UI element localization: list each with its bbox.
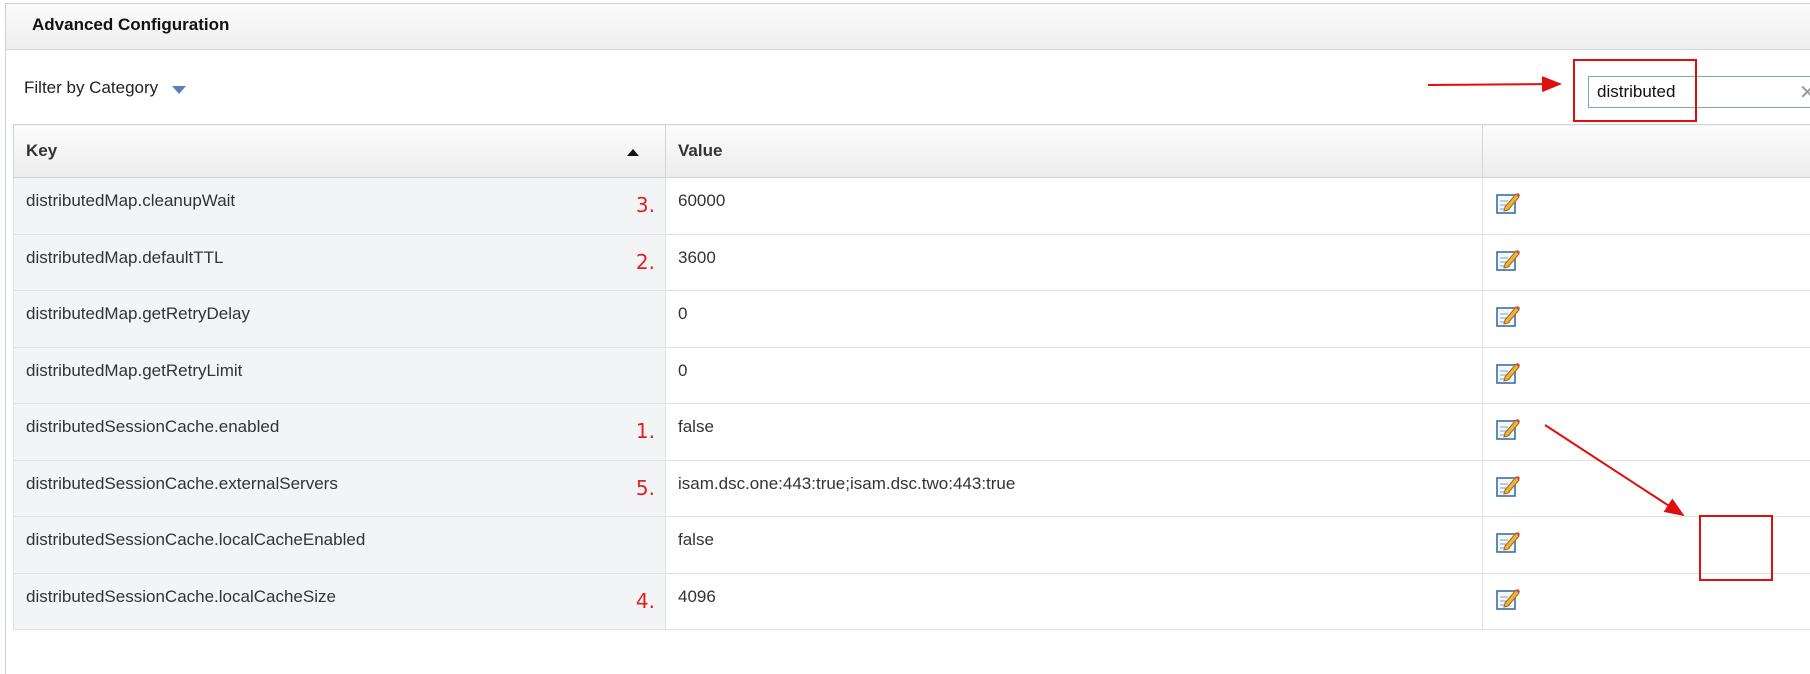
step-annotation: 4. <box>636 589 655 613</box>
table-row: distributedMap.cleanupWait 3. 60000 <box>14 178 1810 235</box>
search-highlight-box <box>1573 59 1697 122</box>
key-text: distributedMap.getRetryDelay <box>26 304 250 323</box>
column-header-key[interactable]: Key <box>14 125 666 178</box>
key-cell: distributedMap.getRetryLimit <box>14 347 666 404</box>
key-cell: distributedSessionCache.externalServers 5… <box>14 460 666 517</box>
value-cell: isam.dsc.one:443:true;isam.dsc.two:443:t… <box>666 460 1483 517</box>
step-annotation: 2. <box>636 250 655 274</box>
key-text: distributedMap.defaultTTL <box>26 248 224 267</box>
key-text: distributedSessionCache.localCacheEnable… <box>26 530 365 549</box>
key-text: distributedSessionCache.enabled <box>26 417 279 436</box>
value-cell: 0 <box>666 347 1483 404</box>
value-text: 3600 <box>678 248 716 267</box>
key-text: distributedMap.cleanupWait <box>26 191 235 210</box>
edit-icon[interactable] <box>1495 529 1521 555</box>
edit-icon[interactable] <box>1495 586 1521 612</box>
key-text: distributedSessionCache.externalServers <box>26 474 338 493</box>
value-text: 0 <box>678 304 687 323</box>
step-annotation: 5. <box>636 476 655 500</box>
edit-icon[interactable] <box>1495 473 1521 499</box>
key-cell: distributedSessionCache.enabled 1. <box>14 404 666 461</box>
filter-label: Filter by Category <box>24 78 158 98</box>
filter-by-category-dropdown[interactable]: Filter by Category <box>24 78 186 98</box>
key-text: distributedSessionCache.localCacheSize <box>26 587 336 606</box>
action-cell <box>1483 234 1810 291</box>
action-cell <box>1483 460 1810 517</box>
table-row: distributedMap.getRetryLimit 0 <box>14 347 1810 404</box>
column-header-actions <box>1483 125 1810 178</box>
table-row: distributedSessionCache.localCacheSize 4.… <box>14 573 1810 630</box>
action-cell <box>1483 178 1810 235</box>
close-icon[interactable]: ✕ <box>1799 80 1810 105</box>
key-text: distributedMap.getRetryLimit <box>26 361 242 380</box>
edit-icon[interactable] <box>1495 360 1521 386</box>
panel-header: Advanced Configuration <box>6 4 1810 50</box>
table-row: distributedMap.getRetryDelay 0 <box>14 291 1810 348</box>
table-header-row: Key Value <box>14 125 1810 178</box>
edit-icon[interactable] <box>1495 303 1521 329</box>
caret-down-icon <box>172 86 186 94</box>
table-row: distributedSessionCache.externalServers 5… <box>14 460 1810 517</box>
step-annotation: 1. <box>636 419 655 443</box>
key-cell: distributedSessionCache.localCacheSize 4. <box>14 573 666 630</box>
value-text: false <box>678 530 714 549</box>
value-cell: false <box>666 404 1483 461</box>
value-cell: 3600 <box>666 234 1483 291</box>
edit-highlight-box <box>1699 515 1773 581</box>
sort-ascending-icon <box>627 149 639 156</box>
key-cell: distributedMap.getRetryDelay <box>14 291 666 348</box>
table-row: distributedMap.defaultTTL 2. 3600 <box>14 234 1810 291</box>
value-text: 4096 <box>678 587 716 606</box>
edit-icon[interactable] <box>1495 416 1521 442</box>
value-text: 60000 <box>678 191 725 210</box>
value-cell: false <box>666 517 1483 574</box>
action-cell <box>1483 347 1810 404</box>
key-cell: distributedMap.cleanupWait 3. <box>14 178 666 235</box>
action-cell <box>1483 573 1810 630</box>
config-table: Key Value distributedMap.cleanupWait 3. 60… <box>13 124 1810 630</box>
key-cell: distributedMap.defaultTTL 2. <box>14 234 666 291</box>
value-cell: 4096 <box>666 573 1483 630</box>
edit-icon[interactable] <box>1495 247 1521 273</box>
action-cell <box>1483 291 1810 348</box>
value-text: isam.dsc.one:443:true;isam.dsc.two:443:t… <box>678 474 1015 493</box>
step-annotation: 3. <box>636 193 655 217</box>
value-cell: 0 <box>666 291 1483 348</box>
column-header-value[interactable]: Value <box>666 125 1483 178</box>
action-cell <box>1483 404 1810 461</box>
table-row: distributedSessionCache.localCacheEnable… <box>14 517 1810 574</box>
value-text: 0 <box>678 361 687 380</box>
panel-title: Advanced Configuration <box>32 15 229 35</box>
value-text: false <box>678 417 714 436</box>
key-cell: distributedSessionCache.localCacheEnable… <box>14 517 666 574</box>
edit-icon[interactable] <box>1495 190 1521 216</box>
value-cell: 60000 <box>666 178 1483 235</box>
table-row: distributedSessionCache.enabled 1. false <box>14 404 1810 461</box>
